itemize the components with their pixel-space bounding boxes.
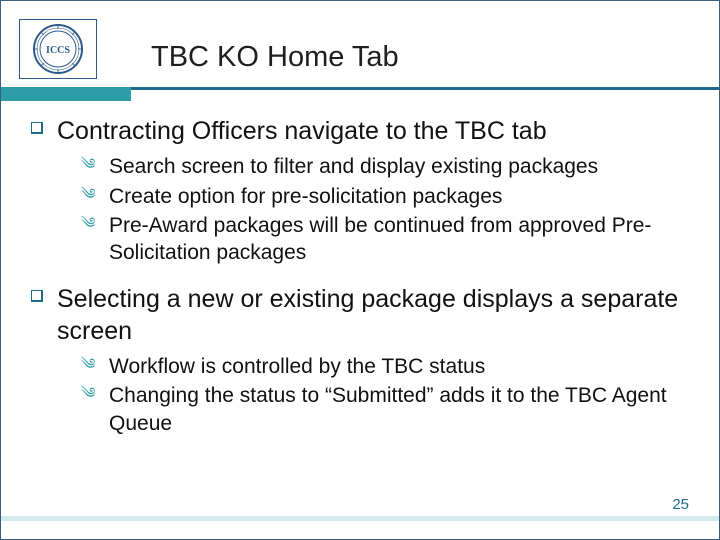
- sub-bullet-text: Changing the status to “Submitted” adds …: [109, 382, 689, 437]
- page-number: 25: [672, 496, 689, 513]
- svg-text:ICCS: ICCS: [46, 45, 70, 56]
- sub-bullet-group: ༄ Workflow is controlled by the TBC stat…: [81, 353, 689, 437]
- bullet-level2: ༄ Pre-Award packages will be continued f…: [81, 212, 689, 267]
- seal-icon: ICCS: [32, 23, 84, 75]
- slide-header: ICCS TBC KO Home Tab: [1, 1, 719, 89]
- wave-bullet-icon: ༄: [81, 187, 99, 202]
- sub-bullet-text: Create option for pre-solicitation packa…: [109, 183, 502, 210]
- bullet-level2: ༄ Workflow is controlled by the TBC stat…: [81, 353, 689, 380]
- bullet-level1: Selecting a new or existing package disp…: [31, 284, 689, 347]
- square-bullet-icon: [31, 122, 45, 134]
- sub-bullet-group: ༄ Search screen to filter and display ex…: [81, 153, 689, 266]
- bullet-level2: ༄ Create option for pre-solicitation pac…: [81, 183, 689, 210]
- title-underline: [1, 84, 720, 94]
- footer-accent-bar: [1, 516, 719, 521]
- sub-bullet-text: Pre-Award packages will be continued fro…: [109, 212, 689, 267]
- wave-bullet-icon: ༄: [81, 386, 99, 401]
- bullet-text: Selecting a new or existing package disp…: [57, 284, 689, 347]
- bullet-level2: ༄ Search screen to filter and display ex…: [81, 153, 689, 180]
- bullet-level2: ༄ Changing the status to “Submitted” add…: [81, 382, 689, 437]
- slide-title: TBC KO Home Tab: [151, 41, 399, 74]
- sub-bullet-text: Workflow is controlled by the TBC status: [109, 353, 485, 380]
- wave-bullet-icon: ༄: [81, 216, 99, 231]
- sub-bullet-text: Search screen to filter and display exis…: [109, 153, 598, 180]
- bullet-level1: Contracting Officers navigate to the TBC…: [31, 116, 689, 147]
- square-bullet-icon: [31, 290, 45, 302]
- slide: ICCS TBC KO Home Tab: [0, 0, 720, 540]
- wave-bullet-icon: ༄: [81, 357, 99, 372]
- wave-bullet-icon: ༄: [81, 157, 99, 172]
- bullet-text: Contracting Officers navigate to the TBC…: [57, 116, 547, 147]
- logo-box: ICCS: [19, 19, 97, 79]
- slide-body: Contracting Officers navigate to the TBC…: [31, 116, 689, 439]
